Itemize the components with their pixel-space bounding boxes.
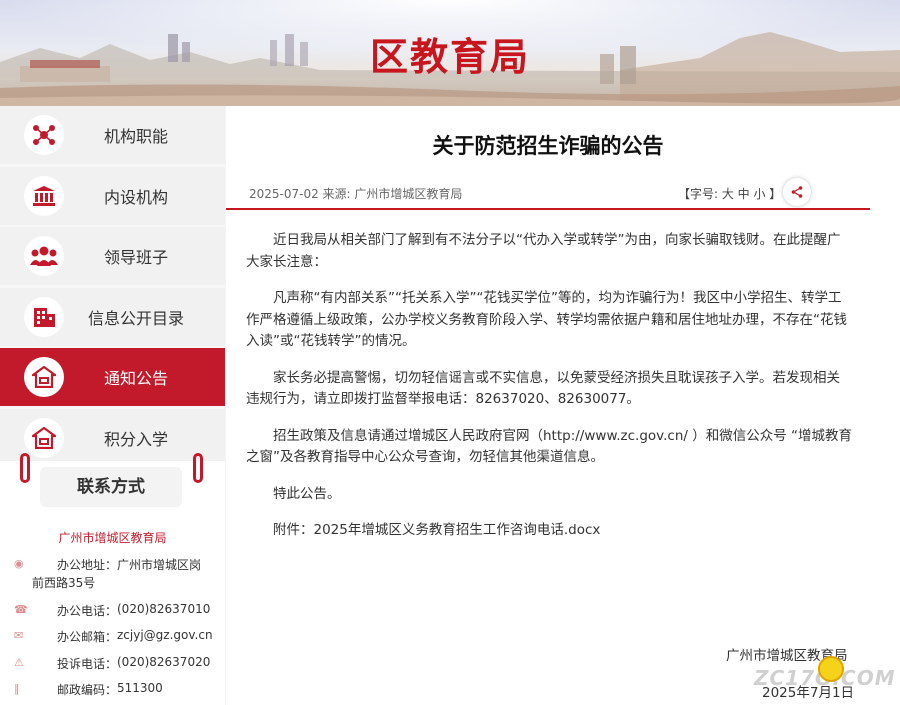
article-paragraph: 近日我局从相关部门了解到有不法分子以“代办入学或转学”为由，向家长骗取钱财。在此…	[246, 232, 841, 270]
sidebar-item-leadership[interactable]: 领导班子	[0, 227, 225, 285]
article-body: 近日我局从相关部门了解到有不法分子以“代办入学或转学”为由，向家长骗取钱财。在此…	[246, 230, 852, 557]
article-title: 关于防范招生诈骗的公告	[432, 134, 664, 158]
contact-label: 办公电话：	[57, 604, 118, 618]
sidebar-item-points-admission[interactable]: 积分入学	[0, 409, 225, 467]
sidebar-item-institution-functions[interactable]: 机构职能	[0, 106, 225, 164]
sidebar-item-label: 通知公告	[103, 369, 168, 388]
sidebar-item-notices[interactable]: 通知公告	[0, 348, 225, 406]
alert-icon: ⚠	[14, 656, 24, 669]
font-size-selector[interactable]: 【字号: 大 中 小 】	[678, 185, 781, 202]
binder-ring-icon	[193, 453, 203, 483]
contact-header: 联系方式	[40, 467, 182, 507]
article-paragraph: 凡声称“有内部关系”“托关系入学”“花钱买学位”等的，均为诈骗行为！我区中小学招…	[246, 290, 847, 349]
site-title: 区教育局	[370, 34, 531, 79]
header-banner: 区教育局	[0, 0, 900, 106]
contact-label: 办公地址：	[57, 558, 118, 572]
mail-icon: ✉	[14, 629, 24, 642]
contact-org: 广州市增城区教育局	[58, 531, 167, 545]
sidebar-item-internal-departments[interactable]: 内设机构	[0, 167, 225, 225]
article-paragraph: 招生政策及信息请通过增城区人民政府官网（http://www.zc.gov.cn…	[246, 427, 852, 466]
share-button[interactable]	[783, 178, 811, 206]
article-paragraph: 特此公告。	[273, 485, 341, 502]
contact-value: 广州市增城区岗	[117, 558, 202, 572]
contact-value-continued: 前西路35号	[32, 576, 96, 590]
network-icon	[24, 115, 64, 155]
contact-label: 邮政编码：	[57, 683, 118, 697]
share-icon	[791, 186, 803, 198]
signature-date: 2025年7月1日	[762, 685, 855, 701]
sidebar-item-label: 内设机构	[103, 188, 168, 207]
location-pin-icon: ◉	[14, 557, 24, 570]
article-paragraph: 家长务必提高警惕，切勿轻信谣言或不实信息，以免蒙受经济损失且耽误孩子入学。若发现…	[246, 369, 840, 408]
article-panel: 关于防范招生诈骗的公告 2025-07-02 来源: 广州市增城区教育局 【字号…	[226, 106, 900, 705]
attachment-link[interactable]: 附件：2025年增城区义务教育招生工作咨询电话.docx	[246, 520, 852, 542]
contact-value: (020)82637010	[117, 602, 211, 616]
sidebar-item-info-disclosure[interactable]: 信息公开目录	[0, 288, 225, 346]
sidebar: 机构职能 内设机构 领导班子 信息公开目录 通知公告 积分入学 联系方式 广州市…	[0, 106, 225, 705]
house-icon	[24, 418, 64, 458]
sidebar-item-label: 领导班子	[103, 248, 168, 267]
barcode-icon: ‖	[14, 682, 20, 695]
article-meta: 2025-07-02 来源: 广州市增城区教育局	[249, 187, 463, 201]
contact-value[interactable]: zcjyj@gz.gov.cn	[117, 628, 213, 642]
contact-label: 投诉电话：	[57, 657, 118, 671]
smiley-logo-icon	[818, 656, 844, 682]
people-icon	[24, 236, 64, 276]
house-icon	[24, 357, 64, 397]
sidebar-item-label: 信息公开目录	[87, 309, 184, 328]
title-divider	[226, 208, 870, 210]
building-icon	[24, 176, 64, 216]
phone-icon: ☎	[14, 603, 28, 616]
binder-ring-icon	[20, 453, 30, 483]
sidebar-item-label: 积分入学	[103, 430, 168, 449]
contact-value: (020)82637020	[117, 655, 211, 669]
sidebar-item-label: 机构职能	[103, 127, 168, 146]
office-icon	[24, 297, 64, 337]
contact-label: 办公邮箱：	[57, 630, 118, 644]
contact-panel: 联系方式 广州市增城区教育局 ◉ 办公地址： 广州市增城区岗 前西路35号 ☎ …	[0, 453, 225, 705]
contact-value: 511300	[117, 681, 163, 695]
